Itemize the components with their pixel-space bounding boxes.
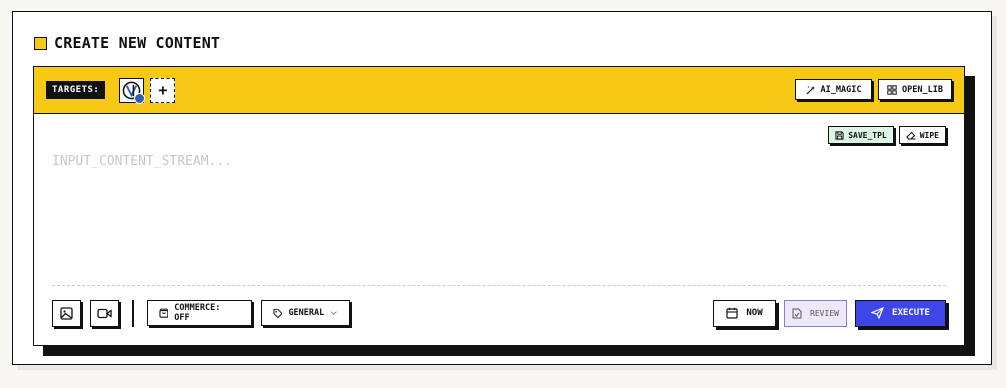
eraser-icon — [906, 131, 916, 140]
card-title: CREATE NEW CONTENT — [54, 34, 221, 52]
ai-magic-label: AI_MAGIC — [820, 84, 862, 95]
platform-badge-icon — [134, 92, 146, 104]
add-video-button[interactable] — [90, 299, 119, 327]
commerce-label: COMMERCE: OFF — [174, 303, 221, 323]
send-icon — [871, 307, 885, 319]
add-target-button[interactable]: + — [150, 77, 176, 103]
editor-area: SAVE_TPL WIPE — [34, 114, 964, 284]
targets-label: TARGETS: — [46, 81, 106, 99]
ai-magic-button[interactable]: AI_MAGIC — [795, 79, 872, 100]
save-template-label: SAVE_TPL — [848, 130, 887, 140]
vertical-divider — [132, 299, 134, 327]
bottom-toolbar: COMMERCE: OFF GENERAL NOW REVIEW EXECUTE — [52, 299, 946, 327]
wipe-button[interactable]: WIPE — [898, 126, 946, 144]
document-check-icon — [792, 308, 802, 318]
save-icon — [835, 130, 844, 140]
square-marker-icon — [34, 36, 47, 50]
composer: TARGETS: + AI_MAGIC OPEN_LIB INPUT_CONTE… — [33, 66, 965, 346]
chevron-down-icon — [330, 311, 337, 315]
tag-icon — [272, 308, 283, 318]
image-icon — [60, 306, 73, 320]
grid-icon — [887, 84, 897, 95]
video-icon — [97, 308, 112, 318]
shopping-bag-icon — [158, 308, 168, 318]
review-label: REVIEW — [810, 308, 839, 318]
schedule-now-button[interactable]: NOW — [713, 299, 776, 327]
calendar-icon — [726, 307, 738, 319]
open-lib-label: OPEN_LIB — [902, 84, 943, 95]
card-header: CREATE NEW CONTENT — [34, 33, 220, 53]
open-lib-button[interactable]: OPEN_LIB — [878, 79, 952, 100]
commerce-toggle[interactable]: COMMERCE: OFF — [146, 300, 252, 326]
add-image-button[interactable] — [52, 299, 81, 327]
execute-label: EXECUTE — [892, 308, 930, 318]
save-template-button[interactable]: SAVE_TPL — [828, 126, 894, 144]
category-dropdown[interactable]: GENERAL — [260, 300, 350, 326]
target-avatar[interactable] — [119, 77, 146, 104]
execute-button[interactable]: EXECUTE — [855, 299, 946, 327]
now-label: NOW — [746, 308, 763, 318]
review-button[interactable]: REVIEW — [784, 299, 847, 327]
wipe-label: WIPE — [919, 130, 939, 140]
sparkles-icon — [806, 85, 815, 94]
content-input[interactable] — [52, 154, 752, 169]
divider — [52, 285, 946, 286]
create-content-card: CREATE NEW CONTENT TARGETS: + AI_MAGIC O… — [12, 11, 992, 365]
targets-toolbar: TARGETS: + AI_MAGIC OPEN_LIB — [34, 67, 964, 114]
category-label: GENERAL — [288, 308, 325, 318]
